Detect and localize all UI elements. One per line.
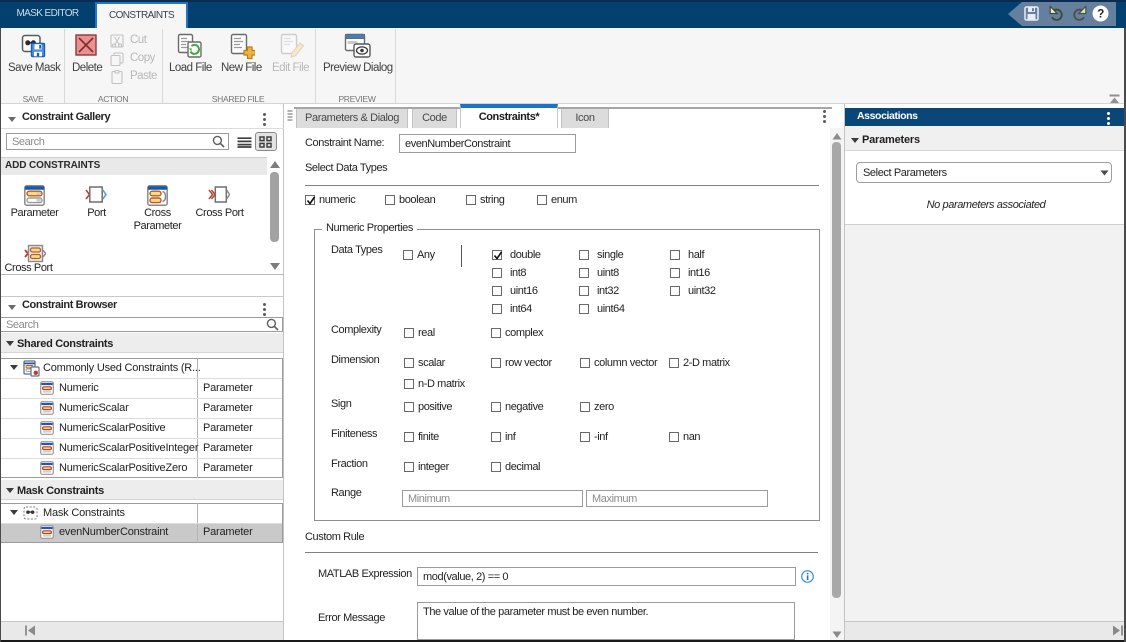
svg-text:?: ? xyxy=(1097,9,1104,21)
